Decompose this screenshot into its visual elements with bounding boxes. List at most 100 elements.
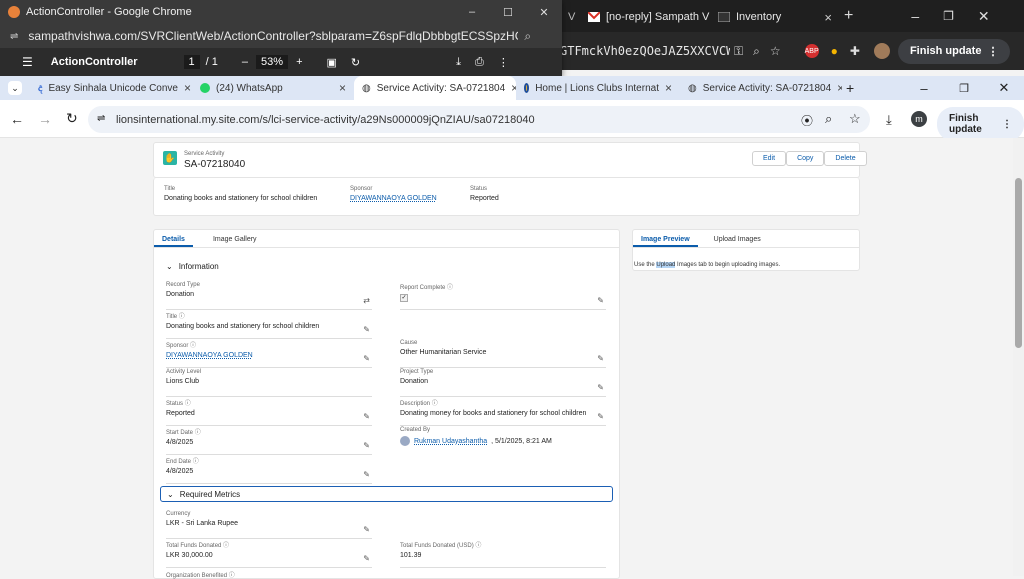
copy-button[interactable]: Copy (786, 151, 825, 166)
rotate-icon[interactable]: ↻ (351, 56, 360, 69)
tab-service-activity-active[interactable]: ◍ Service Activity: SA-0721804 × (354, 76, 516, 100)
tab-image-gallery[interactable]: Image Gallery (205, 230, 265, 247)
tab-sinhala[interactable]: ද Easy Sinhala Unicode Conve × (30, 76, 192, 100)
forward-icon[interactable]: → (38, 111, 52, 127)
omnibox[interactable]: ⇌ lionsinternational.my.site.com/s/lci-s… (88, 106, 870, 133)
field-project-type: Project Type Donation ✎ (400, 369, 606, 397)
info-icon[interactable]: ⓘ (190, 343, 196, 349)
popup-url[interactable]: sampathvishwa.com/SVRClientWeb/ActionCon… (28, 29, 518, 43)
zoom-out-button[interactable]: – (242, 56, 248, 68)
download-icon[interactable]: ⤓ (456, 56, 461, 69)
minimize-icon[interactable]: – (904, 81, 944, 96)
zoom-icon[interactable]: ⌕ (753, 44, 760, 59)
tab-image-preview[interactable]: Image Preview (633, 230, 698, 247)
adblock-icon[interactable]: ABP (804, 44, 819, 58)
edit-pencil-icon[interactable]: ✎ (363, 354, 370, 363)
edit-pencil-icon[interactable]: ✎ (597, 383, 604, 392)
profile-avatar[interactable] (873, 43, 890, 59)
minimize-icon[interactable]: – (454, 6, 490, 18)
edit-pencil-icon[interactable]: ✎ (363, 441, 370, 450)
scrollbar-thumb[interactable] (1015, 178, 1022, 348)
new-tab-icon[interactable]: + (846, 80, 854, 96)
info-icon[interactable]: ⓘ (193, 459, 199, 465)
finish-update-button[interactable]: Finish update ⋮ (897, 38, 1011, 64)
info-icon[interactable]: ⓘ (229, 573, 235, 579)
info-icon[interactable]: ⓘ (185, 401, 191, 407)
location-icon[interactable]: ⦿ (801, 112, 813, 129)
back-icon[interactable]: ← (10, 111, 24, 127)
created-by-link[interactable]: Rukman Udayashantha (414, 438, 487, 445)
close-icon[interactable]: × (339, 81, 346, 95)
sponsor-link[interactable]: DIYAWANNAOYA GOLDEN (166, 352, 372, 359)
info-icon[interactable]: ⓘ (223, 543, 229, 549)
record-header: ✋ Service Activity SA-07218040 Edit Copy… (153, 142, 867, 178)
zoom-icon[interactable]: ⌕ (524, 29, 531, 44)
extension-icon[interactable]: ● (831, 44, 838, 58)
page-number-input[interactable]: 1 (183, 55, 200, 69)
edit-pencil-icon[interactable]: ✎ (597, 296, 604, 305)
background-tab-gmail[interactable]: [no-reply] Sampath V× (580, 3, 710, 31)
edit-pencil-icon[interactable]: ✎ (597, 412, 604, 421)
new-tab-icon[interactable]: + (844, 7, 853, 25)
info-icon[interactable]: ⓘ (195, 430, 201, 436)
info-icon[interactable]: ⓘ (447, 285, 453, 291)
close-window-icon[interactable]: ✕ (984, 80, 1024, 96)
close-icon[interactable]: × (184, 81, 191, 95)
password-key-icon[interactable]: ⚿ (734, 44, 743, 59)
tab-service-activity-2[interactable]: ◍ Service Activity: SA-0721804 × (680, 76, 842, 100)
restore-icon[interactable]: ❐ (943, 9, 954, 23)
tab-whatsapp[interactable]: (24) WhatsApp × (192, 76, 354, 100)
url-text[interactable]: lionsinternational.my.site.com/s/lci-ser… (116, 114, 535, 126)
edit-pencil-icon[interactable]: ✎ (363, 525, 370, 534)
background-url[interactable]: GTFmckVh0ezQOeJAZ5XXCVCW... (560, 44, 730, 58)
tab-details[interactable]: Details (154, 230, 193, 247)
upload-hint: Use the Upload Images tab to begin uploa… (634, 262, 781, 268)
maximize-icon[interactable]: ☐ (490, 6, 526, 19)
bookmark-star-icon[interactable]: ☆ (849, 111, 861, 127)
whatsapp-icon (200, 83, 210, 93)
zoom-level[interactable]: 53% (256, 55, 289, 69)
edit-button[interactable]: Edit (752, 151, 787, 166)
reload-icon[interactable]: ↻ (66, 110, 78, 127)
print-icon[interactable]: ⎙ (475, 56, 484, 69)
fit-page-icon[interactable]: ▣ (327, 56, 337, 69)
tab-search-icon[interactable]: ⌄ (8, 81, 22, 95)
more-vert-icon[interactable]: ⋮ (498, 56, 509, 69)
close-icon[interactable]: × (837, 81, 842, 95)
report-complete-checkbox[interactable]: ✓ (400, 294, 408, 302)
download-icon[interactable]: ⤓ (886, 112, 892, 128)
close-window-icon[interactable]: ✕ (978, 8, 990, 25)
edit-pencil-icon[interactable]: ✎ (363, 412, 370, 421)
close-icon[interactable]: × (824, 10, 832, 25)
background-tab-partial[interactable]: V (560, 3, 580, 31)
menu-icon[interactable]: ☰ (22, 55, 33, 69)
bookmark-star-icon[interactable]: ☆ (770, 44, 781, 58)
section-required-metrics[interactable]: ⌄ Required Metrics (160, 486, 613, 502)
tabstrip: ⌄ ද Easy Sinhala Unicode Conve × (24) Wha… (0, 76, 1024, 100)
info-icon[interactable]: ⓘ (475, 543, 481, 549)
profile-avatar[interactable]: m (911, 111, 927, 127)
edit-pencil-icon[interactable]: ✎ (363, 470, 370, 479)
minimize-icon[interactable]: – (911, 8, 919, 24)
background-tab-inventory[interactable]: Inventory × (710, 3, 840, 31)
info-icon[interactable]: ⓘ (179, 314, 185, 320)
close-window-icon[interactable]: ✕ (526, 6, 562, 19)
section-information[interactable]: ⌄ Information (166, 262, 219, 271)
finish-update-button[interactable]: Finish update ⋮ (937, 107, 1024, 141)
restore-icon[interactable]: ❐ (944, 82, 984, 95)
zoom-in-button[interactable]: + (296, 56, 302, 68)
edit-pencil-icon[interactable]: ✎ (363, 325, 370, 334)
sponsor-link[interactable]: DIYAWANNAOYA GOLDEN (350, 195, 437, 202)
extensions-puzzle-icon[interactable]: ✚ (850, 44, 860, 58)
edit-pencil-icon[interactable]: ✎ (597, 354, 604, 363)
close-icon[interactable]: × (665, 81, 672, 95)
zoom-icon[interactable]: ⌕ (825, 111, 832, 127)
tab-upload-images[interactable]: Upload Images (706, 230, 769, 247)
tab-lions-home[interactable]: Home | Lions Clubs Internat × (516, 76, 680, 100)
delete-button[interactable]: Delete (824, 151, 867, 166)
edit-pencil-icon[interactable]: ✎ (363, 554, 370, 563)
change-record-type-icon[interactable]: ⇄ (363, 296, 370, 305)
info-icon[interactable]: ⓘ (432, 401, 438, 407)
site-settings-icon[interactable]: ⇌ (97, 113, 105, 124)
site-settings-icon[interactable]: ⇌ (10, 31, 18, 42)
